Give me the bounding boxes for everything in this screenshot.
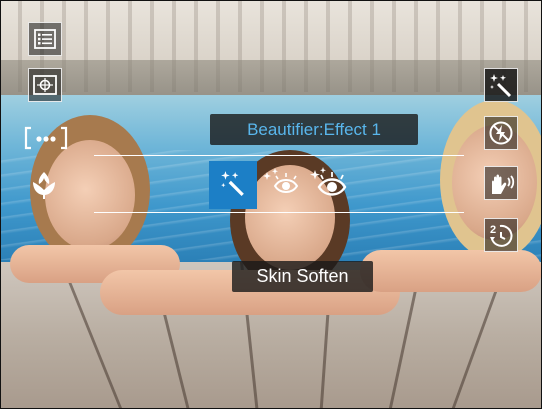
camera-viewfinder: 2 Beautifier:Effect 1 Skin Soften [0,0,542,409]
screen-border [0,0,542,409]
